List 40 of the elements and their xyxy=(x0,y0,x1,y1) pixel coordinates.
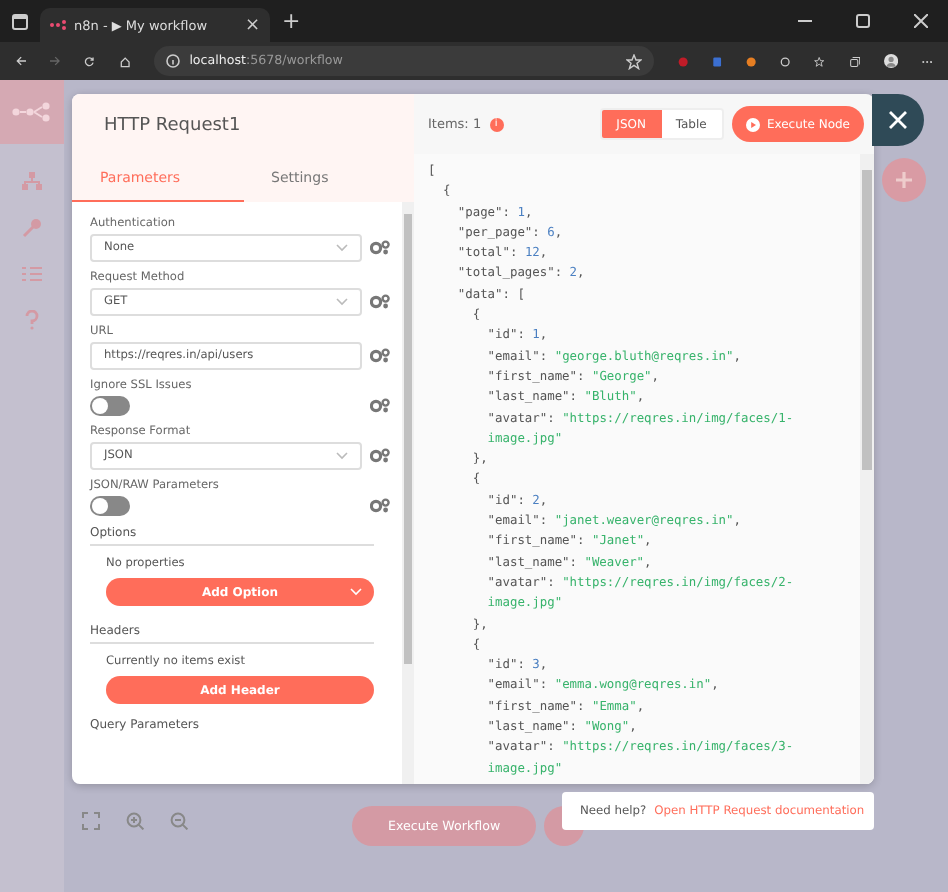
reload-icon[interactable] xyxy=(84,53,96,69)
chevron-icon xyxy=(336,452,348,460)
new-tab-button[interactable]: + xyxy=(282,8,301,34)
home-icon[interactable] xyxy=(119,53,130,69)
favorites-icon[interactable] xyxy=(814,53,826,69)
close-tab-button[interactable]: × xyxy=(244,15,260,35)
collections-icon[interactable] xyxy=(849,53,860,69)
close-button[interactable] xyxy=(872,94,924,146)
settings-icon[interactable] xyxy=(370,448,390,464)
chevron-icon xyxy=(336,298,348,306)
scrollbar[interactable] xyxy=(860,154,874,784)
close-icon[interactable] xyxy=(914,14,928,28)
minimize-icon[interactable] xyxy=(798,14,812,28)
settings-icon[interactable] xyxy=(370,240,390,256)
favorite-add-icon[interactable] xyxy=(625,53,642,69)
toggle-switch[interactable] xyxy=(90,396,130,416)
extension-icon[interactable] xyxy=(746,53,757,69)
node-title: HTTP Request1 xyxy=(102,114,243,140)
extension-icon[interactable] xyxy=(711,53,723,69)
tab-actions-icon[interactable] xyxy=(12,13,28,29)
info-icon[interactable] xyxy=(165,54,180,68)
maximize-icon[interactable] xyxy=(856,14,870,28)
settings-icon[interactable] xyxy=(370,498,390,514)
chevron-icon xyxy=(336,244,348,252)
scrollbar[interactable] xyxy=(402,202,414,784)
favicon-icon xyxy=(50,20,66,30)
add-node-button[interactable] xyxy=(882,158,926,202)
close-icon xyxy=(888,110,908,130)
profile-avatar[interactable] xyxy=(883,50,898,72)
back-icon[interactable] xyxy=(16,54,27,68)
settings-icon[interactable] xyxy=(370,348,390,364)
extension-icon[interactable] xyxy=(677,53,688,69)
play-icon xyxy=(746,117,761,131)
settings-icon[interactable] xyxy=(370,398,390,414)
settings-icon[interactable] xyxy=(370,294,390,310)
toggle-switch[interactable] xyxy=(90,496,130,516)
chevron-icon xyxy=(350,588,362,596)
forward-icon[interactable] xyxy=(50,54,61,68)
extensions-icon[interactable] xyxy=(780,53,791,69)
plus-icon xyxy=(894,170,914,190)
